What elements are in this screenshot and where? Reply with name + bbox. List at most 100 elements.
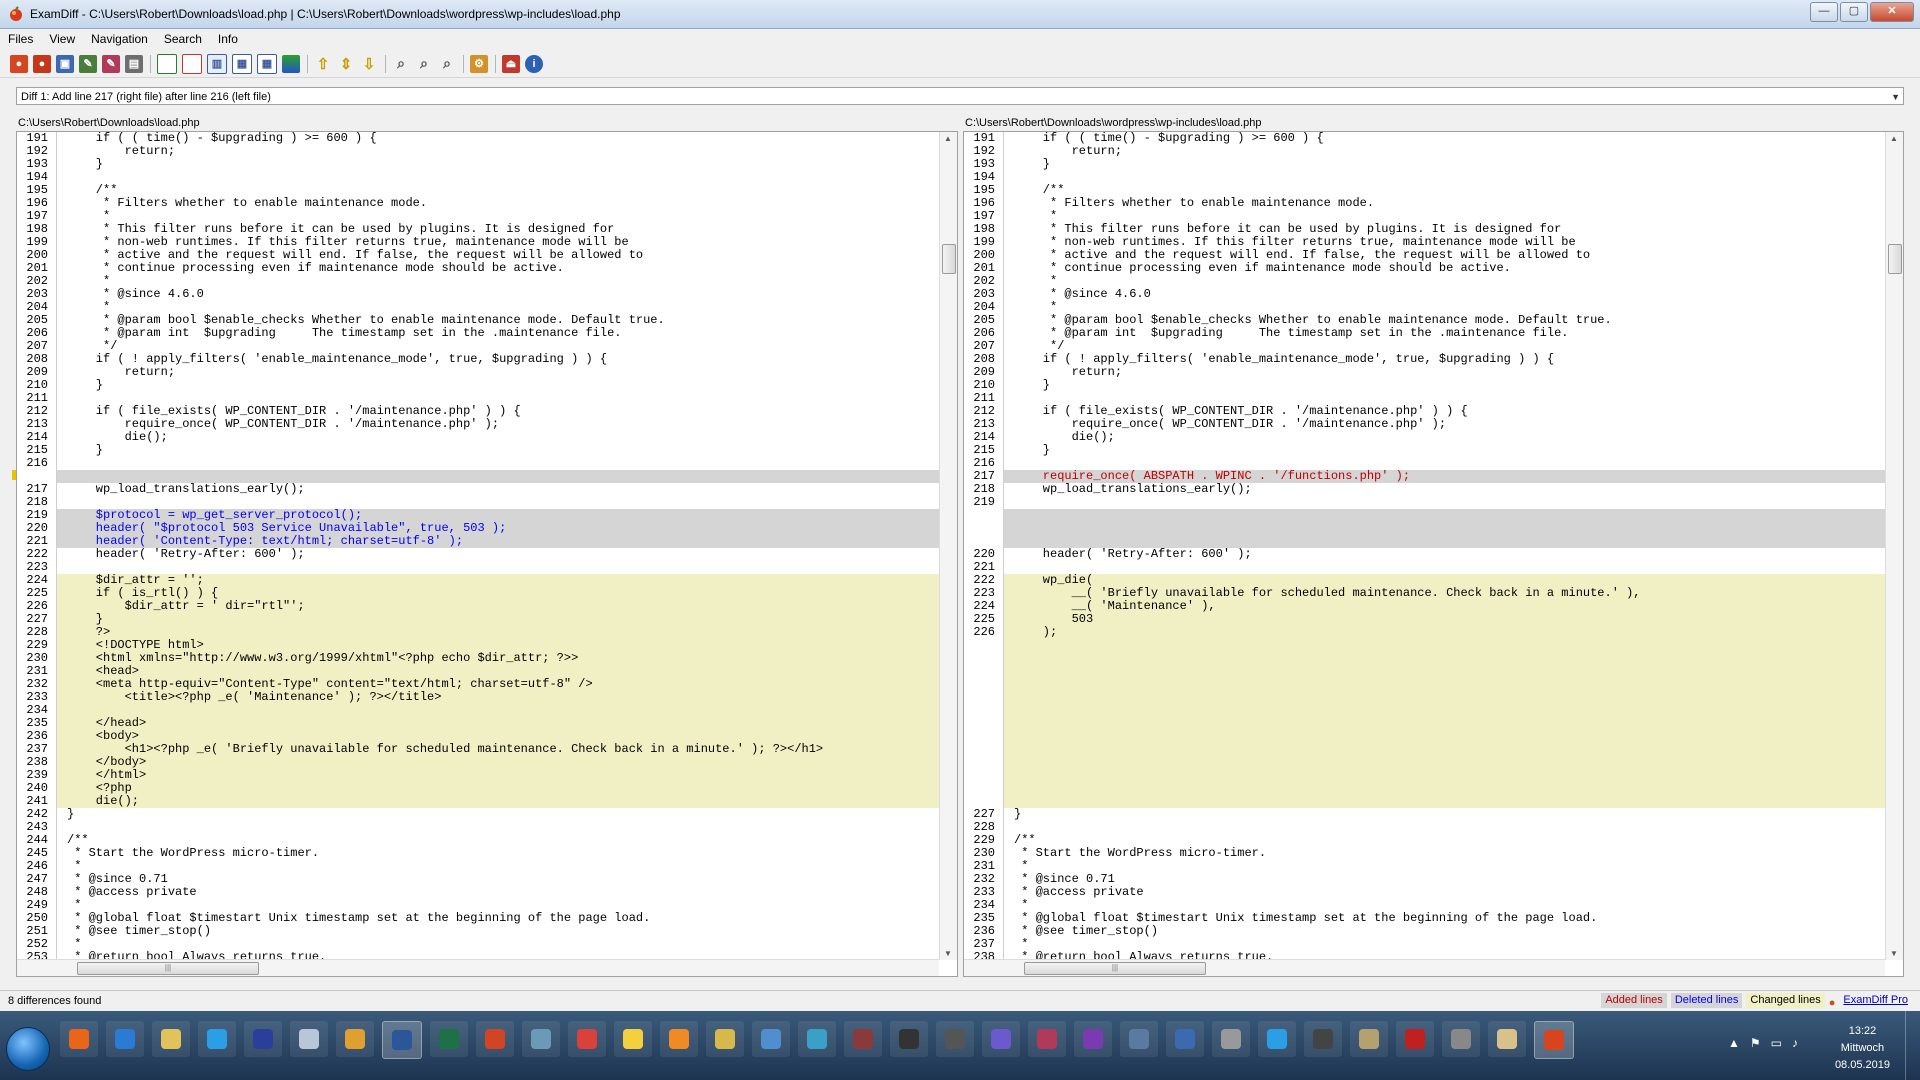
color-icon[interactable] (282, 54, 300, 73)
taskbar-app-7z-icon[interactable] (1304, 1021, 1342, 1057)
left-scroll-thumb[interactable] (942, 244, 956, 274)
clock[interactable]: 13:22 Mittwoch 08.05.2019 (1835, 1023, 1890, 1074)
taskbar-app-notepad-icon[interactable] (290, 1021, 328, 1057)
taskbar-app-s-icon[interactable] (982, 1021, 1020, 1057)
line-text: /** (67, 834, 89, 847)
window-title: ExamDiff - C:\Users\Robert\Downloads\loa… (30, 7, 621, 21)
maximize-button[interactable]: ▢ (1840, 2, 1868, 22)
menu-search[interactable]: Search (156, 32, 210, 46)
taskbar-app-archive-icon[interactable] (336, 1021, 374, 1057)
code-line: 212 if ( file_exists( WP_CONTENT_DIR . '… (964, 405, 1885, 418)
taskbar-app-office-icon[interactable] (476, 1021, 514, 1057)
taskbar-app-tool-2-icon[interactable] (1350, 1021, 1388, 1057)
minimize-button[interactable]: — (1810, 2, 1838, 22)
taskbar-app-skype-2-icon[interactable] (1258, 1021, 1296, 1057)
open-icon[interactable]: ● (10, 54, 28, 73)
flag-icon[interactable]: ⚑ (1750, 1036, 1761, 1050)
left-horizontal-scrollbar[interactable]: ||| (17, 959, 939, 976)
line-text: * active and the request will end. If fa… (67, 249, 644, 262)
code-line: 243 (17, 821, 939, 834)
view-split-icon[interactable]: ▥ (207, 53, 227, 74)
find-icon[interactable]: ⌕ (392, 55, 410, 73)
taskbar-app-skype-icon[interactable] (198, 1021, 236, 1057)
taskbar-app-editor-icon[interactable] (522, 1021, 560, 1057)
right-hscroll-thumb[interactable]: ||| (1024, 962, 1206, 975)
menu-navigation[interactable]: Navigation (83, 32, 156, 46)
right-scroll-thumb[interactable] (1888, 244, 1902, 274)
dropdown-arrow-icon[interactable]: ▼ (1891, 88, 1900, 106)
taskbar-app-word-icon[interactable] (382, 1021, 422, 1059)
info-icon[interactable]: i (525, 54, 543, 73)
left-vertical-scrollbar[interactable]: ▲ ▼ (939, 132, 957, 960)
taskbar-app-b-icon[interactable] (1028, 1021, 1066, 1057)
network-icon[interactable]: ▭ (1771, 1036, 1782, 1050)
taskbar-app-excel-icon[interactable] (430, 1021, 468, 1057)
find-next-icon[interactable]: ⌕ (438, 55, 456, 73)
left-file-pane[interactable]: 191 if ( ( time() - $upgrading ) >= 600 … (16, 131, 958, 977)
scroll-down-icon[interactable]: ▼ (944, 949, 952, 958)
open-both-icon[interactable]: ● (33, 54, 51, 73)
taskbar-app-notes-icon[interactable] (614, 1021, 652, 1057)
current-diff-icon[interactable]: ⇕ (337, 55, 355, 73)
scroll-down-icon[interactable]: ▼ (1890, 949, 1898, 958)
taskbar-app-tool-3-icon[interactable] (1442, 1021, 1480, 1057)
taskbar-app-pdf-icon[interactable] (1396, 1021, 1434, 1057)
code-line (964, 756, 1885, 769)
taskbar-app-cpu-icon[interactable] (890, 1021, 928, 1057)
taskbar-app-network-icon[interactable] (752, 1021, 790, 1057)
show-desktop-button[interactable] (1905, 1011, 1920, 1080)
edit-right-icon[interactable]: ✎ (102, 54, 120, 73)
line-text: * (1014, 938, 1029, 951)
view-right-icon[interactable] (182, 53, 202, 74)
taskbar-app-explorer-icon[interactable] (152, 1021, 190, 1057)
left-hscroll-thumb[interactable]: ||| (77, 962, 259, 975)
taskbar-app-examdiff-icon[interactable] (1534, 1021, 1574, 1059)
taskbar-app-camera-icon[interactable] (798, 1021, 836, 1057)
scroll-up-icon[interactable]: ▲ (944, 134, 952, 143)
find-prev-icon[interactable]: ⌕ (415, 55, 433, 73)
taskbar-app-vlc-icon[interactable] (660, 1021, 698, 1057)
right-horizontal-scrollbar[interactable]: ||| (964, 959, 1885, 976)
right-file-pane[interactable]: 191 if ( ( time() - $upgrading ) >= 600 … (963, 131, 1904, 977)
taskbar-app-media-icon[interactable] (706, 1021, 744, 1057)
menu-view[interactable]: View (41, 32, 83, 46)
line-text (1004, 743, 1885, 756)
taskbar-app-tool-icon[interactable] (844, 1021, 882, 1057)
app-glyph (69, 1029, 89, 1049)
taskbar-app-m-icon[interactable] (244, 1021, 282, 1057)
exit-icon[interactable]: ⏏ (502, 54, 520, 73)
code-line: 209 return; (964, 366, 1885, 379)
code-line (964, 730, 1885, 743)
view-horizontal-icon[interactable]: ▦ (232, 53, 252, 74)
menu-files[interactable]: Files (0, 32, 41, 46)
examdiff-pro-link[interactable]: ExamDiff Pro (1839, 993, 1912, 1008)
volume-icon[interactable]: ♪ (1792, 1036, 1798, 1050)
taskbar-app-firefox-icon[interactable] (60, 1021, 98, 1057)
scroll-up-icon[interactable]: ▲ (1890, 134, 1898, 143)
taskbar-app-paint-icon[interactable] (936, 1021, 974, 1057)
show-hidden-icons-icon[interactable]: ▲ (1728, 1036, 1740, 1050)
diff-selector[interactable]: Diff 1: Add line 217 (right file) after … (16, 87, 1904, 105)
prev-diff-icon[interactable]: ⇧ (314, 55, 332, 73)
right-vertical-scrollbar[interactable]: ▲ ▼ (1885, 132, 1903, 960)
next-diff-icon[interactable]: ⇩ (360, 55, 378, 73)
taskbar-app-disk-icon[interactable] (1212, 1021, 1250, 1057)
taskbar-app-chrome-icon[interactable] (568, 1021, 606, 1057)
line-text: * @since 4.6.0 (1014, 288, 1151, 301)
taskbar-app-sync-icon[interactable] (1166, 1021, 1204, 1057)
menu-info[interactable]: Info (210, 32, 246, 46)
options-icon[interactable]: ⚙ (470, 54, 488, 73)
taskbar-app-mail-icon[interactable] (1120, 1021, 1158, 1057)
close-button[interactable]: ✕ (1870, 2, 1914, 22)
edit-icon[interactable]: ✎ (79, 54, 97, 73)
code-line: 224 __( 'Maintenance' ), (964, 600, 1885, 613)
view-left-icon[interactable] (157, 53, 177, 74)
taskbar-app-internet-explorer-icon[interactable] (106, 1021, 144, 1057)
view-both-icon[interactable]: ▦ (257, 53, 277, 74)
left-code-lines: 191 if ( ( time() - $upgrading ) >= 600 … (17, 132, 939, 976)
save-icon[interactable]: ▣ (56, 54, 74, 73)
taskbar-app-folder-icon[interactable] (1488, 1021, 1526, 1057)
taskbar-app-vector-icon[interactable] (1074, 1021, 1112, 1057)
print-icon[interactable]: ▤ (125, 54, 143, 73)
start-button[interactable] (6, 1027, 50, 1071)
